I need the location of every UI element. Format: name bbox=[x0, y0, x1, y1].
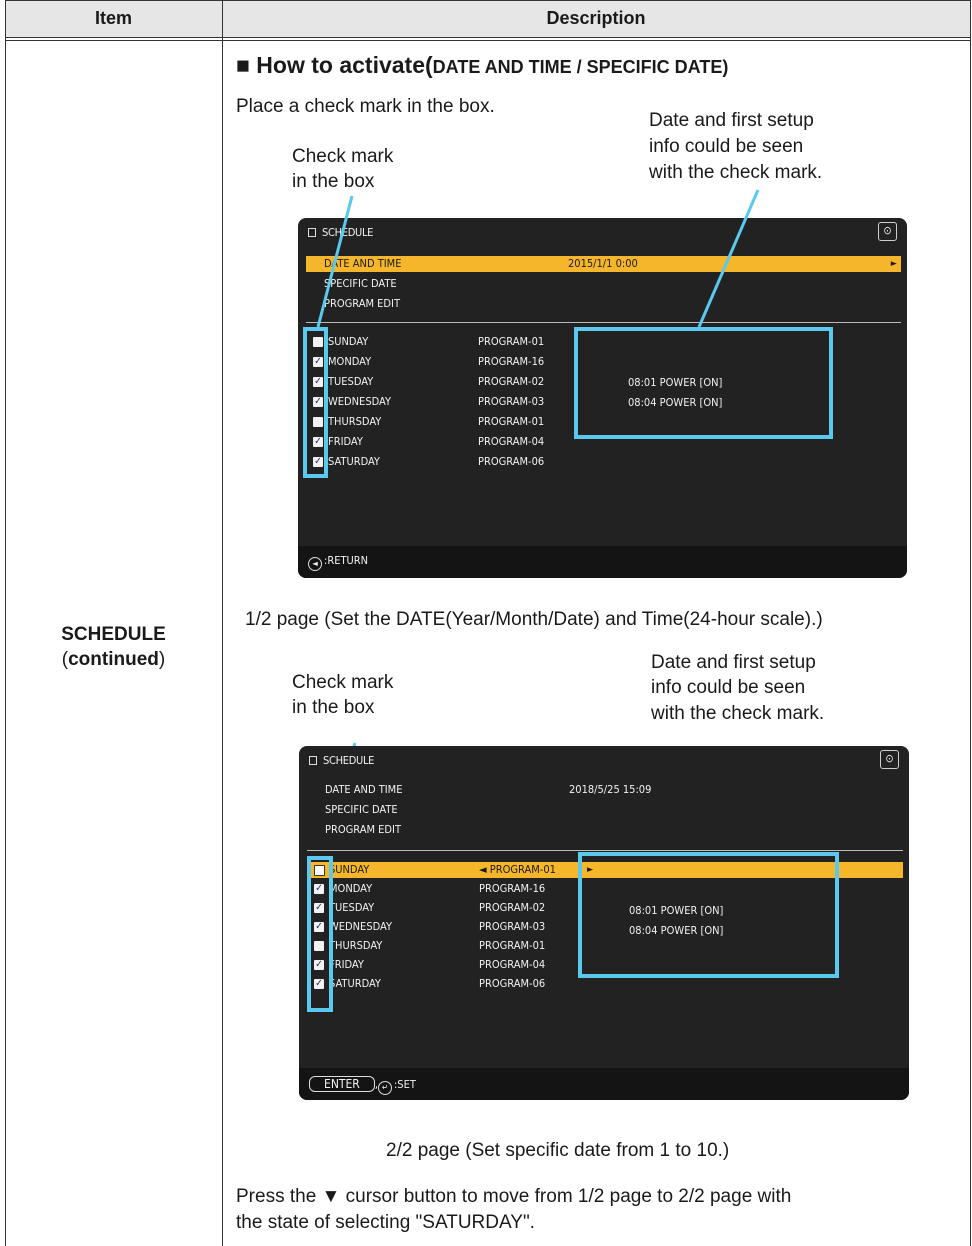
day-program: PROGRAM-06 bbox=[479, 977, 546, 990]
menu-item-program-edit[interactable]: PROGRAM EDIT bbox=[307, 822, 903, 838]
day-program: PROGRAM-16 bbox=[479, 882, 546, 895]
day-program: ◄ PROGRAM-01 bbox=[479, 863, 556, 876]
checkmark-annotation2-line2: in the box bbox=[292, 697, 375, 718]
menu-item-specific-date[interactable]: SPECIFIC DATE bbox=[307, 802, 903, 818]
menu-item-date-and-time[interactable]: DATE AND TIME 2018/5/25 15:09 bbox=[307, 782, 903, 798]
day-name: FRIDAY bbox=[329, 958, 364, 971]
info-callout-box-2 bbox=[578, 852, 839, 978]
day-name: THURSDAY bbox=[329, 939, 383, 952]
info-annotation2-line2: info could be seen bbox=[651, 677, 806, 698]
checkbox-callout-box-2 bbox=[307, 856, 333, 1012]
menu-divider bbox=[307, 850, 903, 851]
enter-icon: ↵ bbox=[377, 1081, 392, 1095]
info-annotation2-line1: Date and first setup bbox=[651, 652, 816, 673]
note-line1: Press the ▼ cursor button to move from 1… bbox=[236, 1186, 792, 1207]
day-program: PROGRAM-01 bbox=[479, 939, 546, 952]
day-name: TUESDAY bbox=[329, 901, 375, 914]
info-pointer-line-1 bbox=[697, 189, 760, 328]
day-program: PROGRAM-04 bbox=[479, 958, 546, 971]
day-row-saturday[interactable]: ✓ SATURDAY PROGRAM-06 bbox=[307, 976, 903, 992]
day-program: PROGRAM-02 bbox=[479, 901, 546, 914]
navigation-icon: ⊙ bbox=[880, 750, 899, 769]
caption-page1: 1/2 page (Set the DATE(Year/Month/Date) … bbox=[245, 609, 823, 630]
calendar-icon bbox=[309, 756, 317, 765]
day-name: MONDAY bbox=[329, 882, 373, 895]
caption-page2: 2/2 page (Set specific date from 1 to 10… bbox=[386, 1140, 730, 1161]
note-line2: the state of selecting "SATURDAY". bbox=[236, 1212, 535, 1233]
day-name: WEDNESDAY bbox=[329, 920, 392, 933]
day-name: SATURDAY bbox=[329, 977, 381, 990]
set-hint[interactable]: ENTER, ↵:SET bbox=[309, 1076, 416, 1095]
screen-title: SCHEDULE bbox=[309, 754, 374, 767]
checkmark-annotation2-line1: Check mark bbox=[292, 672, 394, 693]
info-annotation2-line3: with the check mark. bbox=[651, 703, 825, 724]
day-program: PROGRAM-03 bbox=[479, 920, 546, 933]
screen-footer: ENTER, ↵:SET bbox=[299, 1068, 909, 1100]
checkmark-pointer-line-1 bbox=[316, 195, 354, 328]
day-name: SUNDAY bbox=[329, 863, 370, 876]
enter-key: ENTER bbox=[309, 1076, 375, 1092]
